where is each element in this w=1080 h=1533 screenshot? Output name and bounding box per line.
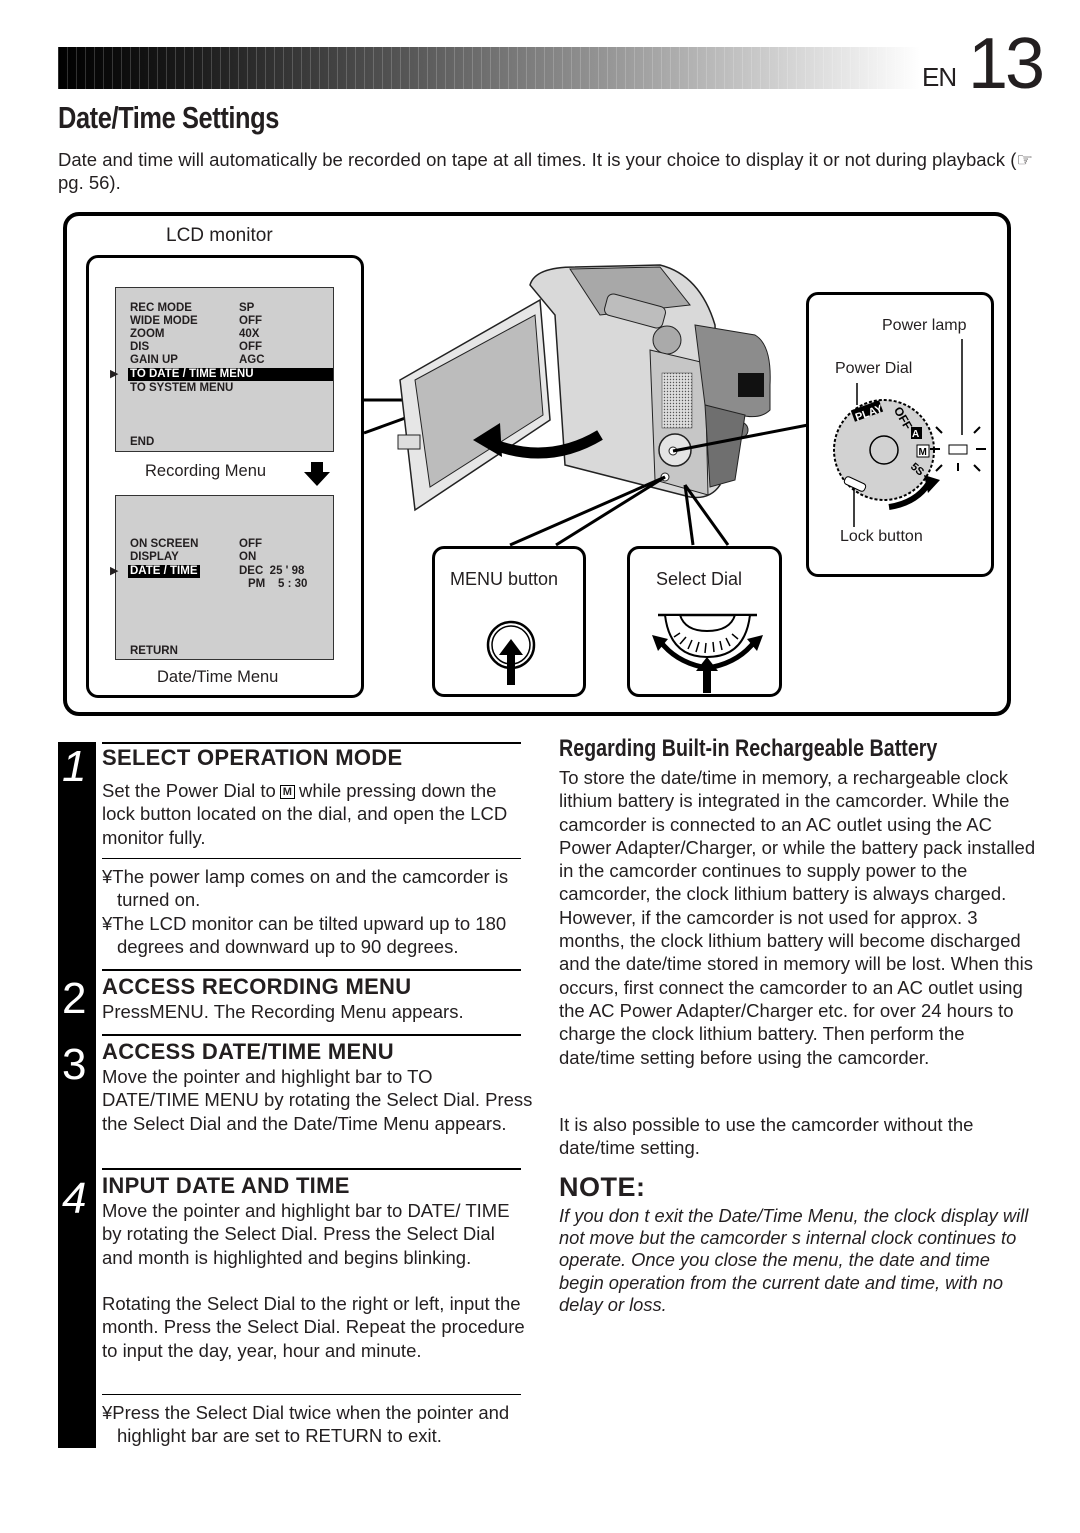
intro-paragraph: Date and time will automatically be reco… — [58, 149, 1033, 194]
page-number: 13 — [968, 24, 1045, 104]
press-button-icon — [486, 620, 536, 685]
step-4-text-2: Rotating the Select Dial to the right or… — [102, 1293, 525, 1361]
menu-pointer-icon: ▶ — [110, 565, 119, 577]
header-gradient-bar — [58, 47, 920, 89]
recording-menu-caption: Recording Menu — [145, 462, 267, 480]
camcorder-illustration — [363, 264, 810, 547]
select-dial-rotate-icon — [652, 613, 763, 693]
step-1-number: 1 — [62, 742, 87, 791]
step-2-heading: ACCESS RECORDING MENU — [102, 974, 412, 999]
divider — [102, 1034, 521, 1036]
step-4-bullet: ¥Press the Select Dial twice when the po… — [102, 1402, 510, 1447]
menu-button-label: MENU button — [450, 569, 559, 589]
step-1-notes: ¥The power lamp comes on and the camcord… — [102, 865, 534, 958]
step-1-bullet: ¥The power lamp comes on and the camcord… — [102, 866, 509, 911]
menu-item-to-date-time-selected: TO DATE / TIME MENU — [128, 368, 333, 381]
battery-paragraph: To store the date/time in memory, a rech… — [559, 767, 1036, 1068]
page-title: Date/Time Settings — [58, 100, 280, 135]
menu-pointer-icon: ▶ — [110, 368, 119, 380]
step-number-bar: 1 2 3 4 — [58, 742, 96, 1448]
step-4-notes: ¥Press the Select Dial twice when the po… — [102, 1401, 534, 1448]
step-1-text: Set the Power Dial to Mwhile pressing dow… — [102, 780, 508, 848]
date-time-menu-caption: Date/Time Menu — [157, 668, 279, 686]
step-1-heading: SELECT OPERATION MODE — [102, 745, 403, 770]
divider — [102, 969, 521, 971]
select-dial-callout: Select Dial — [627, 546, 782, 697]
down-arrow-icon — [304, 462, 330, 486]
manual-mode-icon: M — [279, 785, 295, 799]
step-4-number: 4 — [62, 1174, 87, 1223]
step-3-number: 3 — [62, 1040, 87, 1089]
power-lamp-label: Power lamp — [882, 317, 967, 334]
step-3-heading: ACCESS DATE/TIME MENU — [102, 1039, 394, 1064]
divider — [102, 1394, 521, 1395]
divider — [102, 1168, 521, 1170]
svg-text:M: M — [919, 447, 927, 458]
note-heading: NOTE: — [559, 1172, 646, 1202]
svg-text:A: A — [912, 429, 919, 440]
step-4-text: Move the pointer and highlight bar to DA… — [102, 1200, 510, 1268]
menu-button-callout: MENU button — [432, 546, 586, 697]
recording-menu-screen: REC MODE SP WIDE MODE OFF ZOOM 40X DIS O… — [110, 287, 334, 452]
step-4-heading: INPUT DATE AND TIME — [102, 1173, 350, 1198]
language-code: EN — [922, 62, 957, 92]
step-1-bullet: ¥The LCD monitor can be tilted upward up… — [102, 912, 507, 957]
note-text: If you don t exit the Date/Time Menu, th… — [559, 1205, 1029, 1315]
step-2-text: PressMENU. The Recording Menu appears. — [102, 1001, 464, 1022]
step-2-number: 2 — [62, 974, 87, 1023]
divider — [102, 858, 521, 859]
step-3-text: Move the pointer and highlight bar to TO… — [102, 1066, 533, 1134]
date-time-menu-screen: ON SCREEN OFF DISPLAY ON ▶ DATE / TIME D… — [110, 495, 334, 660]
select-dial-label: Select Dial — [656, 569, 743, 589]
battery-paragraph-2: It is also possible to use the camcorder… — [559, 1114, 974, 1159]
battery-heading: Regarding Built-in Rechargeable Battery — [559, 735, 938, 762]
power-dial-callout: Power lamp Power Dial Lock button PLAY O… — [806, 292, 994, 577]
divider — [102, 742, 521, 744]
lcd-monitor-label: LCD monitor — [166, 225, 273, 246]
power-dial-icon: PLAY OFF A M 5S — [833, 339, 986, 527]
